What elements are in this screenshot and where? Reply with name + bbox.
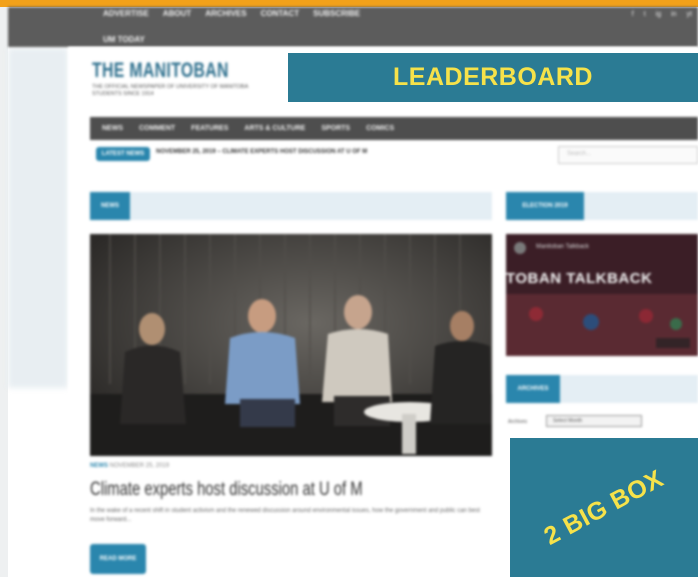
leaderboard-ad-placeholder: LEADERBOARD xyxy=(288,53,698,102)
site-tagline: THE OFFICIAL NEWSPAPER OF UNIVERSITY OF … xyxy=(92,84,248,97)
main-nav-item[interactable]: ARTS & CULTURE xyxy=(244,125,305,132)
big-box-label: 2 BIG BOX xyxy=(539,464,669,551)
video-embed[interactable]: Manitoban Talkback TOBAN TALKBACK xyxy=(506,234,698,356)
search-input[interactable]: Search... xyxy=(558,146,698,164)
top-nav-item[interactable]: UM TODAY xyxy=(103,35,145,44)
section-label[interactable]: NEWS xyxy=(90,192,130,220)
section-header: NEWS xyxy=(90,192,492,220)
read-more-button[interactable]: READ MORE xyxy=(90,544,146,574)
twitter-icon[interactable]: t xyxy=(644,11,646,18)
left-background-panel xyxy=(8,48,68,388)
main-nav-item[interactable]: COMICS xyxy=(366,125,394,132)
video-channel-name[interactable]: Manitoban Talkback xyxy=(536,244,589,250)
article-category[interactable]: NEWS xyxy=(90,463,108,469)
main-nav-item[interactable]: NEWS xyxy=(102,125,123,132)
top-accent-bar xyxy=(0,0,698,7)
panel-discussion-image xyxy=(90,234,492,456)
article-headline[interactable]: Climate experts host discussion at U of … xyxy=(90,479,363,501)
top-nav-item[interactable]: CONTACT xyxy=(261,9,300,18)
archive-label: Archives xyxy=(508,419,528,425)
top-header: ADVERTISE ABOUT ARCHIVES CONTACT SUBSCRI… xyxy=(8,7,698,47)
archive-select[interactable]: Select Month xyxy=(546,415,642,427)
big-box-ad-placeholder: 2 BIG BOX xyxy=(510,438,698,577)
main-nav: NEWS COMMENT FEATURES ARTS & CULTURE SPO… xyxy=(90,117,698,140)
ticker-text[interactable]: NOVEMBER 25, 2019 – CLIMATE EXPERTS HOST… xyxy=(156,149,367,155)
linkedin-icon[interactable]: in xyxy=(671,11,676,18)
sidebar-header-2: ARCHIVES xyxy=(506,375,698,403)
instagram-icon[interactable]: ig xyxy=(656,11,661,18)
video-thumbnail xyxy=(506,234,698,356)
article-photo[interactable] xyxy=(90,234,492,456)
top-nav-item[interactable]: ADVERTISE xyxy=(103,9,149,18)
facebook-icon[interactable]: f xyxy=(632,11,634,18)
youtube-icon[interactable]: yt xyxy=(687,11,692,18)
article-excerpt: In the wake of a recent shift in student… xyxy=(90,508,480,523)
sidebar-label-1: ELECTION 2019 xyxy=(506,192,584,220)
main-nav-item[interactable]: FEATURES xyxy=(191,125,228,132)
top-nav: ADVERTISE ABOUT ARCHIVES CONTACT SUBSCRI… xyxy=(103,9,360,18)
main-nav-item[interactable]: COMMENT xyxy=(139,125,175,132)
article-meta: NEWS NOVEMBER 25, 2019 xyxy=(90,463,169,469)
article-date: NOVEMBER 25, 2019 xyxy=(109,463,170,469)
top-nav-row2: UM TODAY xyxy=(103,29,145,47)
sidebar-label-2: ARCHIVES xyxy=(506,375,560,403)
ticker-badge: LATEST NEWS xyxy=(96,147,150,161)
left-strip xyxy=(0,7,8,577)
news-ticker: LATEST NEWS NOVEMBER 25, 2019 – CLIMATE … xyxy=(90,146,698,164)
top-nav-item[interactable]: ABOUT xyxy=(163,9,191,18)
social-links: f t ig in yt xyxy=(632,11,692,18)
video-title: TOBAN TALKBACK xyxy=(506,270,653,287)
sidebar-header-1: ELECTION 2019 xyxy=(506,192,698,220)
top-nav-item[interactable]: SUBSCRIBE xyxy=(313,9,360,18)
site-logo[interactable]: THE MANITOBAN xyxy=(92,59,229,83)
main-nav-item[interactable]: SPORTS xyxy=(321,125,350,132)
top-nav-item[interactable]: ARCHIVES xyxy=(205,9,246,18)
